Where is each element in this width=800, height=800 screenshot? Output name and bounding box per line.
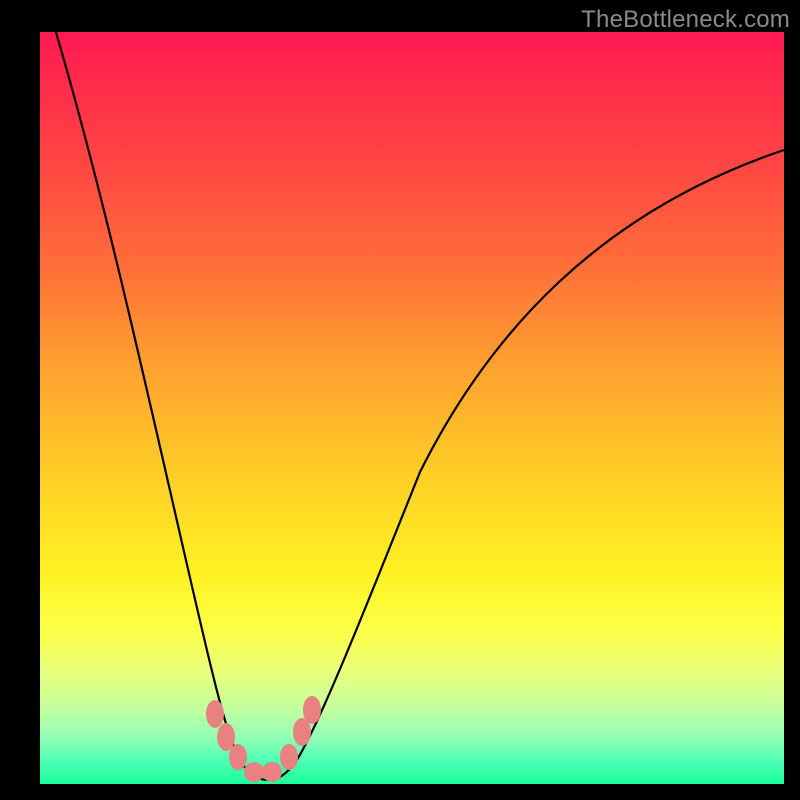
plot-area [40, 32, 784, 784]
marker-dot [206, 700, 224, 728]
marker-dot [229, 744, 247, 770]
curve-svg [40, 32, 784, 784]
watermark-text: TheBottleneck.com [581, 6, 790, 34]
bottleneck-curve-line [50, 32, 784, 780]
marker-group [206, 696, 321, 782]
marker-dot [280, 744, 298, 770]
chart-frame: TheBottleneck.com [0, 0, 800, 800]
marker-dot [217, 723, 235, 751]
marker-dot [303, 696, 321, 724]
marker-dot [244, 762, 264, 782]
marker-dot [262, 762, 282, 782]
